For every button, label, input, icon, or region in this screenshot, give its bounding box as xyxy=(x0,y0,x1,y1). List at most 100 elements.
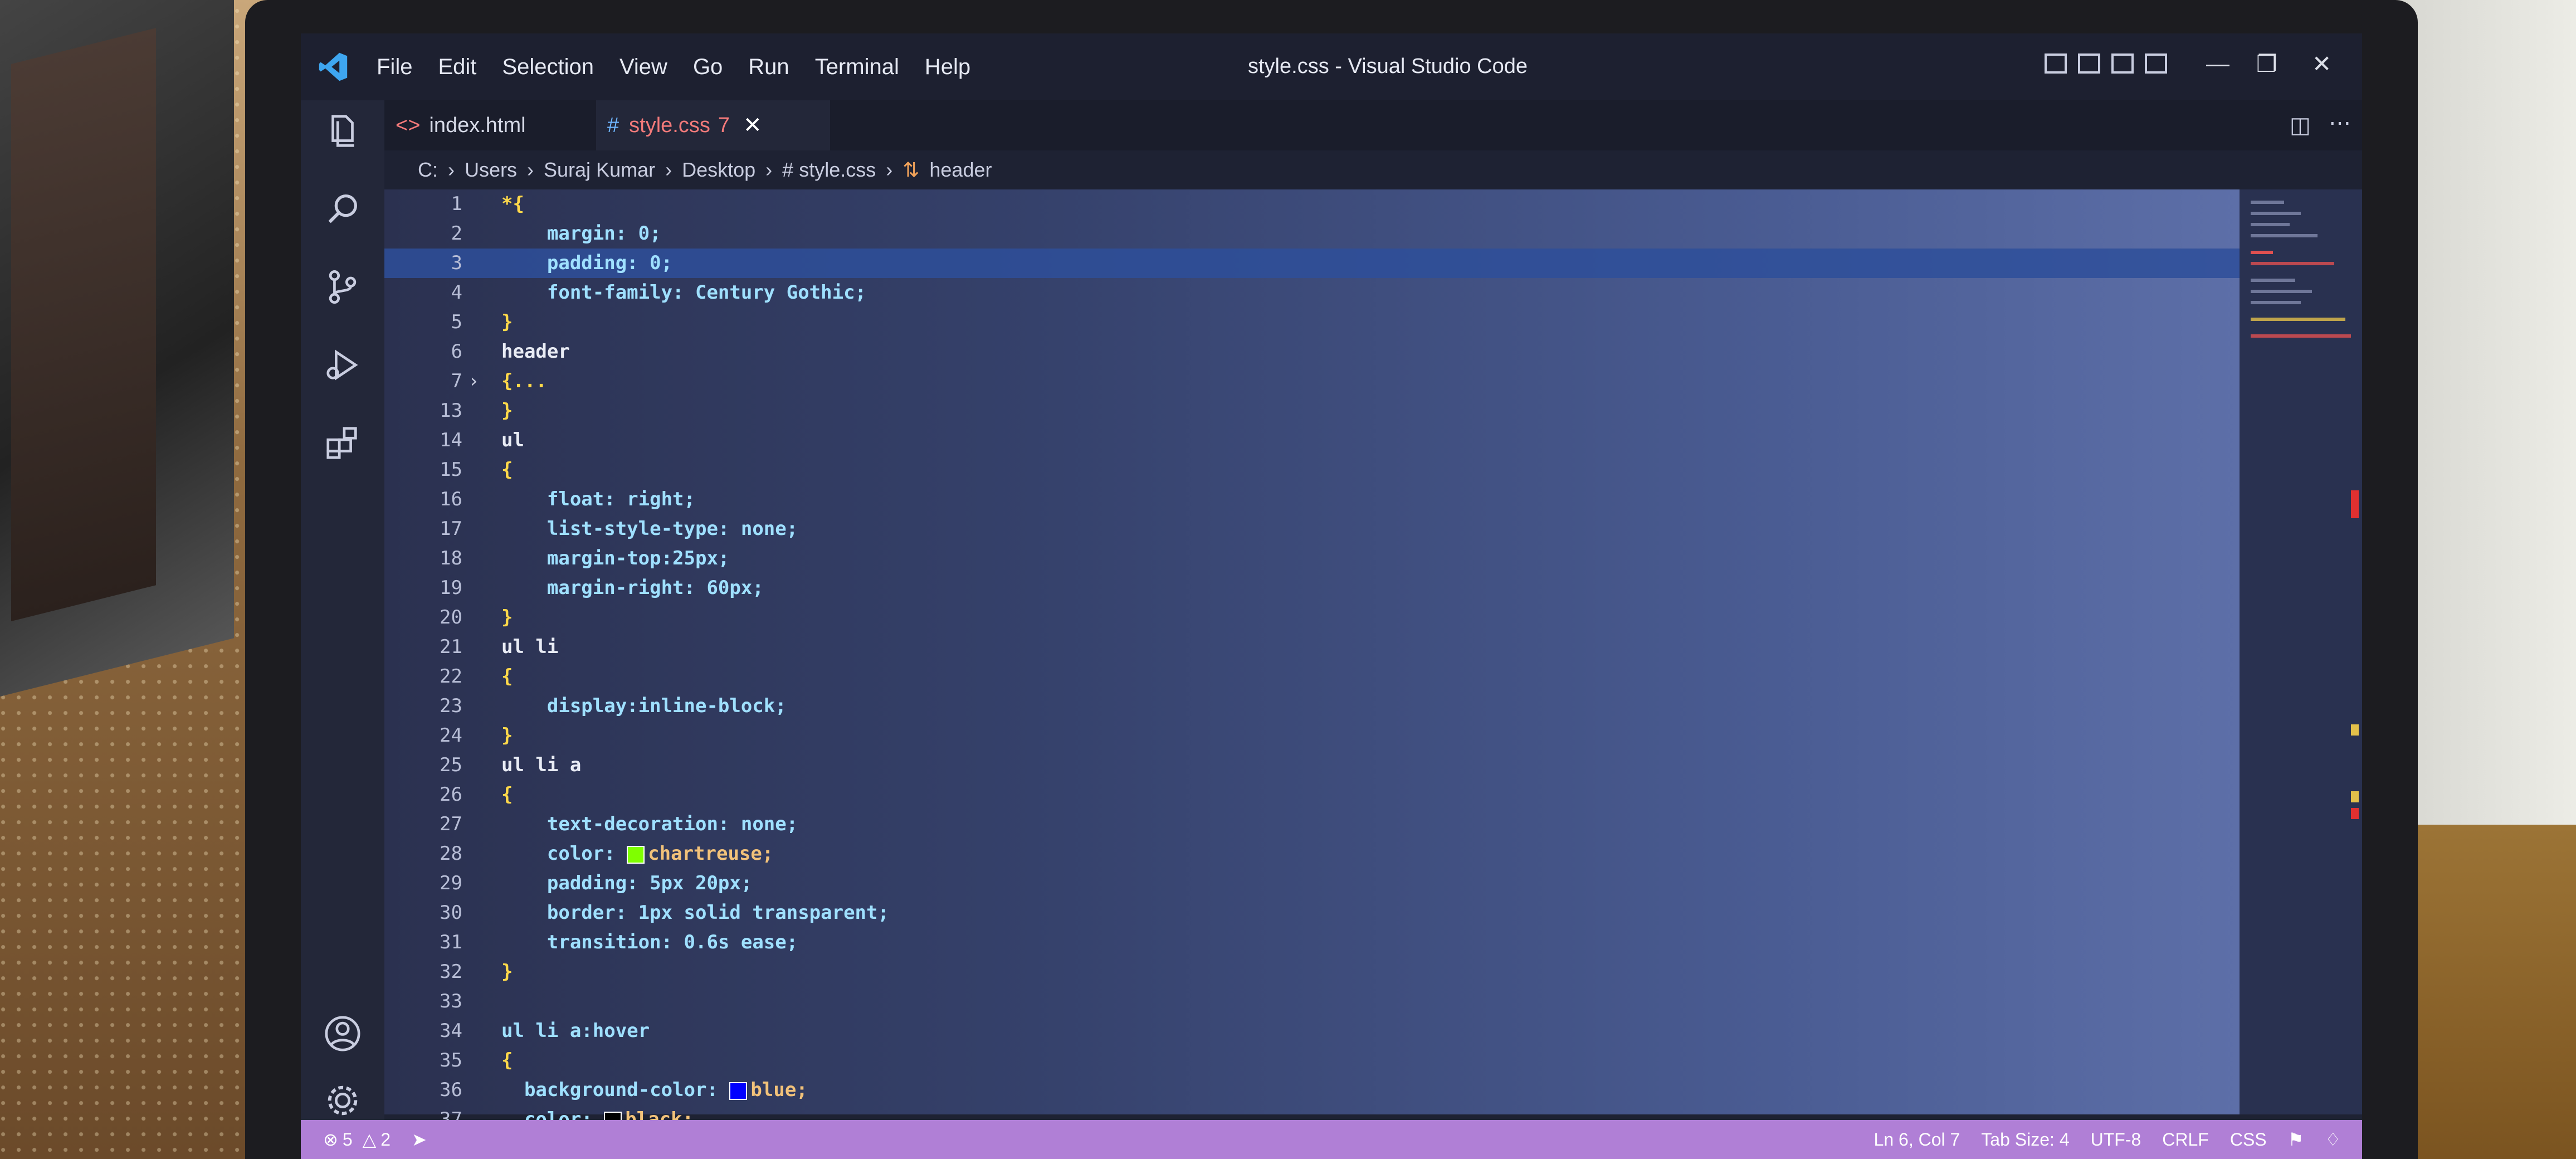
code-line[interactable]: 21 ul li xyxy=(384,632,2240,662)
code-line[interactable]: 6 header xyxy=(384,337,2240,367)
code-line[interactable]: 33 xyxy=(384,987,2240,1016)
menu-selection[interactable]: Selection xyxy=(502,55,594,80)
color-swatch-icon[interactable] xyxy=(627,845,645,864)
minimize-icon[interactable]: — xyxy=(2206,50,2229,77)
html-icon: <> xyxy=(396,113,421,137)
fold-chevron-icon[interactable]: › xyxy=(468,367,479,396)
chevron-right-icon: › xyxy=(665,158,672,181)
menu-run[interactable]: Run xyxy=(748,55,789,80)
tab-index-html[interactable]: <> index.html xyxy=(384,100,596,150)
code-text: color: chartreuse; xyxy=(501,843,774,865)
vscode-logo-icon xyxy=(319,52,348,81)
encoding[interactable]: UTF-8 xyxy=(2091,1129,2141,1150)
warning-count[interactable]: 2 xyxy=(380,1129,391,1150)
code-editor[interactable]: 1 *{2 margin: 0; 3 padding: 0; 4 font-famil… xyxy=(384,189,2240,1131)
more-actions-icon[interactable]: ⋯ xyxy=(2329,110,2351,136)
code-line[interactable]: 17 list-style-type: none; xyxy=(384,514,2240,544)
breadcrumb-users[interactable]: Users xyxy=(465,158,517,182)
extensions-icon[interactable] xyxy=(323,423,362,462)
code-line[interactable]: 20} xyxy=(384,603,2240,632)
tab-label: index.html xyxy=(429,113,526,137)
code-line[interactable]: 16 float: right; xyxy=(384,485,2240,514)
code-line[interactable]: 3 padding: 0; xyxy=(384,249,2240,278)
code-text: padding: 5px 20px; xyxy=(501,872,753,894)
code-line[interactable]: 28 color: chartreuse; xyxy=(384,839,2240,869)
split-editor-icon[interactable]: ◫ xyxy=(2290,113,2311,138)
notifications-bell-icon[interactable]: ♢ xyxy=(2325,1129,2341,1150)
code-line[interactable]: 25 ul li a xyxy=(384,751,2240,780)
cursor-position[interactable]: Ln 6, Col 7 xyxy=(1874,1129,1960,1150)
color-swatch-icon[interactable] xyxy=(729,1082,748,1100)
feedback-icon[interactable]: ⚑ xyxy=(2288,1129,2304,1150)
search-icon[interactable] xyxy=(323,189,362,228)
toggle-primary-sidebar-icon[interactable] xyxy=(2045,53,2067,74)
code-line[interactable]: 34 ul li a:hover xyxy=(384,1016,2240,1046)
toggle-panel-icon[interactable] xyxy=(2078,53,2100,74)
line-number: 14 xyxy=(440,429,462,451)
code-line[interactable]: 1 *{ xyxy=(384,189,2240,219)
code-line[interactable]: 5} xyxy=(384,308,2240,337)
code-text: ul li xyxy=(501,636,559,658)
menu-edit[interactable]: Edit xyxy=(438,55,476,80)
source-control-icon[interactable] xyxy=(323,267,362,306)
restore-icon[interactable]: ❐ xyxy=(2256,50,2277,77)
code-line[interactable]: 31 transition: 0.6s ease; xyxy=(384,928,2240,957)
code-line[interactable]: 14 ul xyxy=(384,426,2240,455)
code-line[interactable]: 19 margin-right: 60px; xyxy=(384,573,2240,603)
breadcrumb-drive[interactable]: C: xyxy=(418,158,438,182)
run-debug-icon[interactable] xyxy=(323,345,362,384)
menu-go[interactable]: Go xyxy=(693,55,723,80)
menu-view[interactable]: View xyxy=(619,55,667,80)
code-text: {... xyxy=(501,370,547,392)
code-line[interactable]: 13} xyxy=(384,396,2240,426)
menu-file[interactable]: File xyxy=(377,55,412,80)
code-line[interactable]: 29 padding: 5px 20px; xyxy=(384,869,2240,898)
language-mode[interactable]: CSS xyxy=(2230,1129,2267,1150)
tab-size[interactable]: Tab Size: 4 xyxy=(1981,1129,2069,1150)
code-text: background-color: blue; xyxy=(501,1079,808,1101)
close-tab-icon[interactable]: ✕ xyxy=(743,113,762,138)
code-line[interactable]: 32} xyxy=(384,957,2240,987)
tab-label: style.css xyxy=(629,113,710,137)
code-text: float: right; xyxy=(501,488,695,510)
code-line[interactable]: 15 { xyxy=(384,455,2240,485)
code-line[interactable]: 36 background-color: blue; xyxy=(384,1075,2240,1105)
menu-terminal[interactable]: Terminal xyxy=(815,55,899,80)
settings-gear-icon[interactable] xyxy=(323,1081,362,1120)
code-text: display:inline-block; xyxy=(501,695,787,717)
line-number: 2 xyxy=(451,222,462,245)
minimap[interactable] xyxy=(2240,189,2362,1114)
code-line[interactable]: 26 { xyxy=(384,780,2240,810)
warning-icon[interactable]: △ xyxy=(363,1129,377,1150)
explorer-icon[interactable] xyxy=(323,111,362,150)
breadcrumb-desktop[interactable]: Desktop xyxy=(682,158,755,182)
code-line[interactable]: 2 margin: 0; xyxy=(384,219,2240,249)
error-icon[interactable]: ⊗ xyxy=(323,1129,338,1150)
close-icon[interactable]: ✕ xyxy=(2312,50,2331,77)
code-line[interactable]: 24} xyxy=(384,721,2240,751)
accounts-icon[interactable] xyxy=(323,1014,362,1053)
toggle-secondary-sidebar-icon[interactable] xyxy=(2111,53,2134,74)
code-text: text-decoration: none; xyxy=(501,813,798,835)
breadcrumb-file[interactable]: # style.css xyxy=(782,158,876,182)
code-line[interactable]: 7 {... › xyxy=(384,367,2240,396)
tab-style-css[interactable]: # style.css 7 ✕ xyxy=(596,100,830,150)
menu-help[interactable]: Help xyxy=(925,55,970,80)
chevron-right-icon: › xyxy=(527,158,534,181)
code-line[interactable]: 30 border: 1px solid transparent; xyxy=(384,898,2240,928)
error-count[interactable]: 5 xyxy=(343,1129,353,1150)
code-text: } xyxy=(501,311,513,333)
line-number: 20 xyxy=(440,606,462,629)
breadcrumb-user[interactable]: Suraj Kumar xyxy=(544,158,655,182)
customize-layout-icon[interactable] xyxy=(2145,53,2167,74)
live-share-icon[interactable]: ➤ xyxy=(412,1129,427,1150)
code-line[interactable]: 35 { xyxy=(384,1046,2240,1075)
breadcrumb-symbol[interactable]: header xyxy=(929,158,992,182)
code-line[interactable]: 23 display:inline-block; xyxy=(384,691,2240,721)
line-number: 21 xyxy=(440,636,462,658)
code-line[interactable]: 22 { xyxy=(384,662,2240,691)
end-of-line[interactable]: CRLF xyxy=(2162,1129,2209,1150)
code-line[interactable]: 4 font-family: Century Gothic; xyxy=(384,278,2240,308)
code-line[interactable]: 18 margin-top:25px; xyxy=(384,544,2240,573)
code-line[interactable]: 27 text-decoration: none; xyxy=(384,810,2240,839)
